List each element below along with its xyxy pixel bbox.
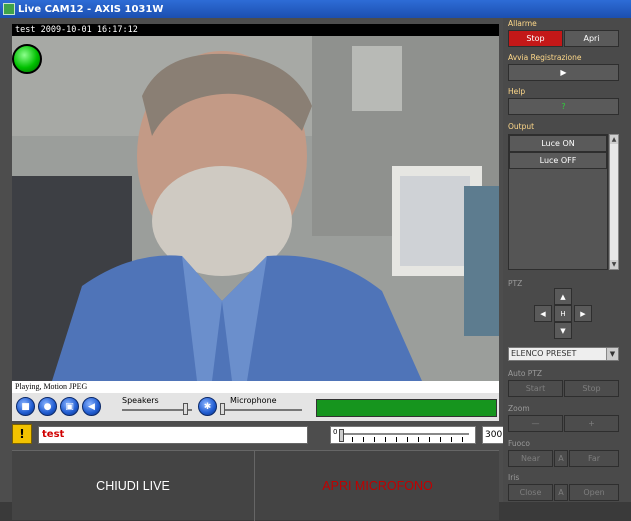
snapshot-camera-icon[interactable]: ● <box>38 397 57 416</box>
scroll-up-icon[interactable]: ▲ <box>610 135 618 144</box>
play-icon: ▶ <box>560 68 567 77</box>
auto-ptz-start-button[interactable]: Start <box>508 380 563 397</box>
focus-near-button[interactable]: Near <box>508 450 553 467</box>
focus-far-button[interactable]: Far <box>569 450 619 467</box>
audio-level-meter <box>316 399 497 417</box>
save-disk-icon[interactable]: ▣ <box>60 397 79 416</box>
focus-auto-button[interactable]: A <box>554 450 568 467</box>
speakers-slider-thumb[interactable] <box>183 403 188 415</box>
buffer-slider[interactable]: 0 <box>330 426 476 444</box>
iris-close-button[interactable]: Close <box>508 484 553 501</box>
buffer-slider-min: 0 <box>333 428 338 436</box>
zoom-out-button[interactable]: — <box>508 415 563 432</box>
player-controls: ■ ● ▣ ◀ Speakers ✱ Microphone <box>12 393 499 421</box>
stop-button[interactable]: ■ <box>16 397 35 416</box>
open-microphone-button[interactable]: APRI MICROFONO <box>256 451 499 521</box>
output-scrollbar[interactable]: ▲ ▼ <box>609 134 619 270</box>
ptz-down-arrow-icon[interactable]: ▼ <box>554 322 572 339</box>
output-item[interactable]: Luce ON <box>509 135 607 152</box>
microphone-slider[interactable] <box>222 409 302 411</box>
speakers-slider[interactable] <box>122 409 192 411</box>
help-icon: ? <box>561 102 566 111</box>
close-live-button[interactable]: CHIUDI LIVE <box>12 451 255 521</box>
microphone-label: Microphone <box>230 396 277 405</box>
buffer-slider-thumb[interactable] <box>339 429 344 442</box>
iris-label: Iris <box>508 473 520 482</box>
buffer-slider-ticks <box>341 437 469 442</box>
alarm-label: Allarme <box>508 19 537 28</box>
iris-open-button[interactable]: Open <box>569 484 619 501</box>
ptz-label: PTZ <box>508 279 523 288</box>
record-play-button[interactable]: ▶ <box>508 64 619 81</box>
buffer-slider-track <box>341 433 469 435</box>
alert-text-field[interactable]: test <box>38 426 308 444</box>
focus-label: Fuoco <box>508 439 530 448</box>
chevron-down-icon[interactable]: ▼ <box>606 348 618 360</box>
help-label: Help <box>508 87 526 96</box>
microphone-slider-thumb[interactable] <box>220 403 225 415</box>
preset-value: ELENCO PRESET <box>511 349 577 358</box>
output-list: Luce ON Luce OFF <box>508 134 608 270</box>
live-view-panel: test 2009-10-01 16:17:12 Playing, Motion… <box>0 18 510 521</box>
preset-select[interactable]: ELENCO PRESET ▼ <box>508 347 619 361</box>
speakers-label: Speakers <box>122 396 159 405</box>
warning-icon: ! <box>12 424 32 444</box>
alarm-stop-button[interactable]: Stop <box>508 30 563 47</box>
output-item[interactable]: Luce OFF <box>509 152 607 169</box>
control-sidebar: Allarme Stop Apri Avvia Registrazione ▶ … <box>503 18 631 502</box>
speaker-icon[interactable]: ◀ <box>82 397 101 416</box>
auto-ptz-label: Auto PTZ <box>508 369 543 378</box>
output-label: Output <box>508 122 535 131</box>
zoom-label: Zoom <box>508 404 530 413</box>
microphone-icon[interactable]: ✱ <box>198 397 217 416</box>
ptz-home-button[interactable]: H <box>554 305 572 322</box>
app-icon <box>3 3 15 15</box>
zoom-in-button[interactable]: + <box>564 415 619 432</box>
window-title: Live CAM12 - AXIS 1031W <box>18 3 164 15</box>
title-bar: Live CAM12 - AXIS 1031W <box>0 0 631 18</box>
auto-ptz-stop-button[interactable]: Stop <box>564 380 619 397</box>
iris-auto-button[interactable]: A <box>554 484 568 501</box>
video-frame <box>12 36 499 381</box>
ptz-left-arrow-icon[interactable]: ◀ <box>534 305 552 322</box>
status-led-icon <box>12 44 42 74</box>
video-timestamp: test 2009-10-01 16:17:12 <box>12 24 499 36</box>
ptz-up-arrow-icon[interactable]: ▲ <box>554 288 572 305</box>
camera-video-feed <box>12 36 499 381</box>
alert-row: ! test 0 300 <box>12 424 510 445</box>
scroll-down-icon[interactable]: ▼ <box>610 260 618 269</box>
bottom-actions: CHIUDI LIVE APRI MICROFONO <box>12 450 499 521</box>
alarm-open-button[interactable]: Apri <box>564 30 619 47</box>
help-button[interactable]: ? <box>508 98 619 115</box>
record-label: Avvia Registrazione <box>508 53 582 62</box>
ptz-right-arrow-icon[interactable]: ▶ <box>574 305 592 322</box>
playback-status: Playing, Motion JPEG <box>12 381 499 393</box>
